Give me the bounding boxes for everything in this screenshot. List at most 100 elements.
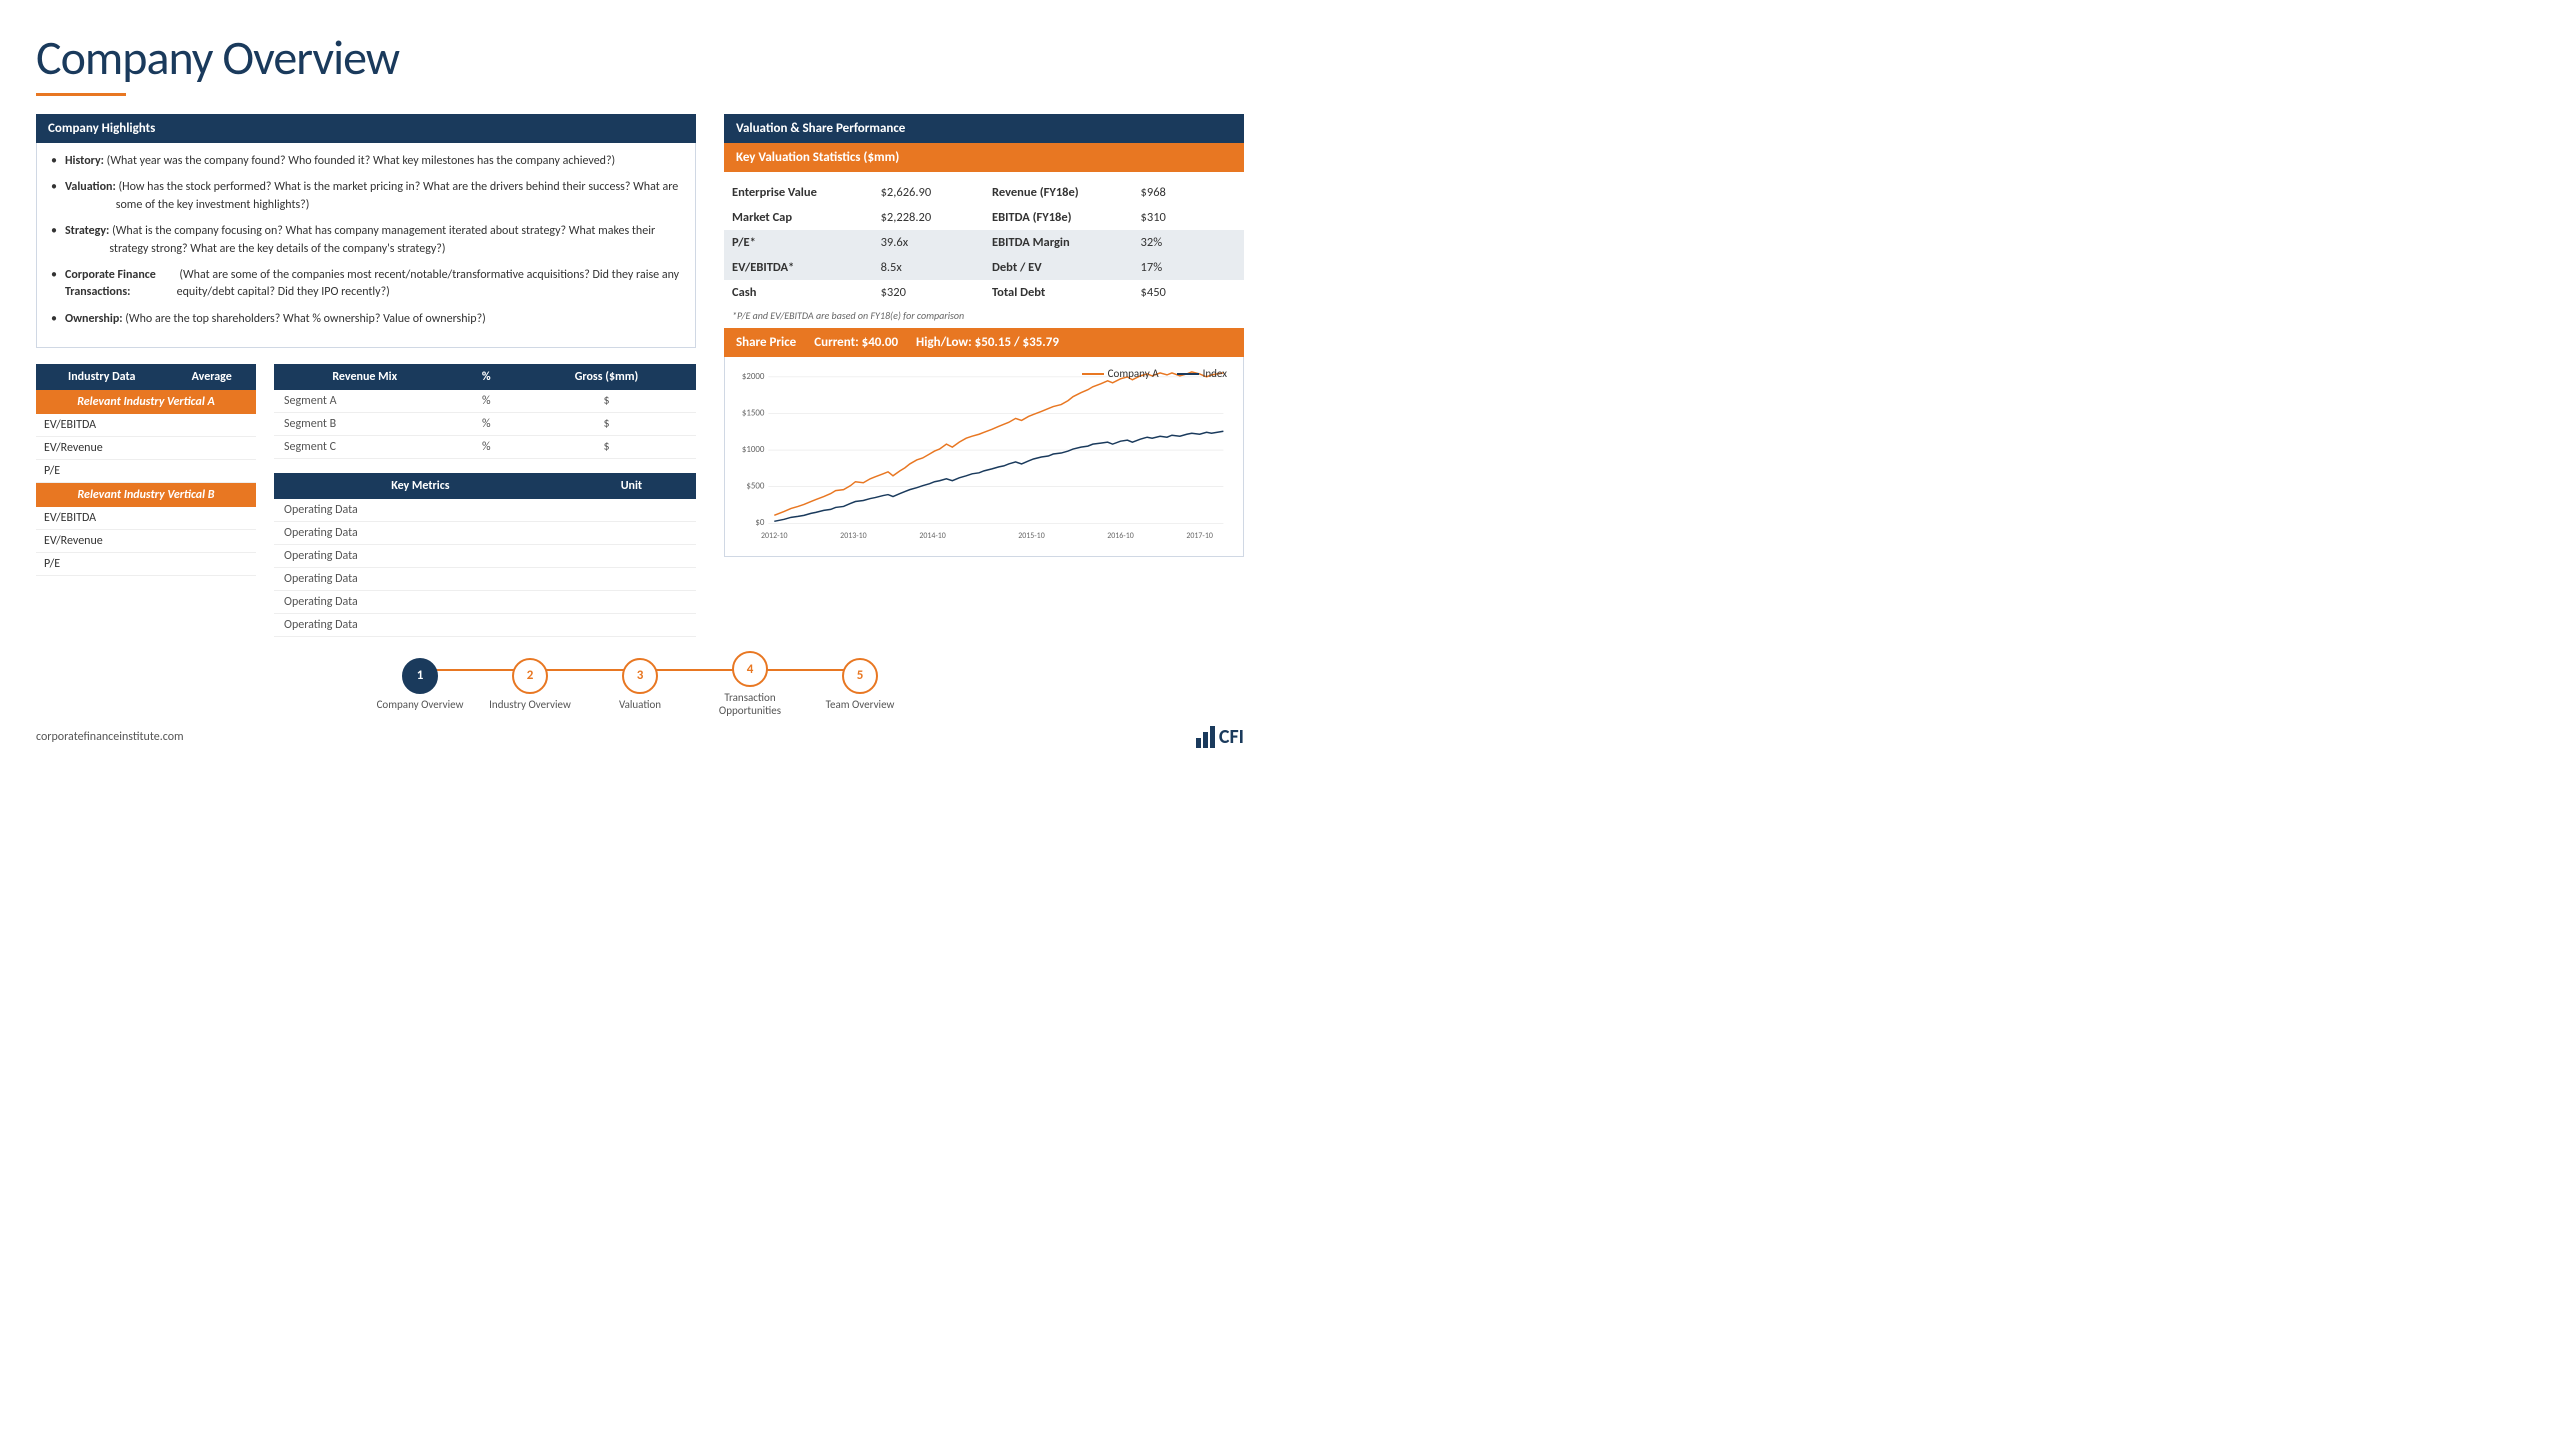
share-price-current: Current: $40.00: [814, 335, 898, 350]
key-metrics-row: Operating Data: [274, 499, 696, 522]
nav-dot-2[interactable]: 2: [512, 658, 548, 694]
svg-text:$500: $500: [746, 482, 765, 492]
svg-text:$1000: $1000: [742, 445, 765, 455]
industry-data-row: EV/Revenue: [36, 437, 256, 460]
legend-line-orange: [1082, 373, 1104, 375]
industry-vertical-row: Relevant Industry Vertical B: [36, 483, 256, 508]
industry-data-row: P/E: [36, 553, 256, 576]
key-metrics-row: Operating Data: [274, 591, 696, 614]
chart-line-company: [774, 372, 1223, 515]
key-metrics-row: Operating Data: [274, 522, 696, 545]
key-metrics-row: Operating Data: [274, 614, 696, 637]
share-price-label: Share Price: [736, 335, 796, 350]
val-stat-row: Market Cap $2,228.20 EBITDA (FY18e) $310: [724, 205, 1244, 230]
bottom-left: Industry Data Average Relevant Industry …: [36, 364, 696, 637]
revenue-mix-table: Revenue Mix % Gross ($mm) Segment A%$Seg…: [274, 364, 696, 459]
cfi-bar-3: [1210, 726, 1215, 748]
svg-text:2013-10: 2013-10: [840, 531, 866, 541]
footer-url: corporatefinanceinstitute.com: [36, 730, 184, 744]
nav-step-3[interactable]: 3 Valuation: [585, 658, 695, 711]
nav-dot-3[interactable]: 3: [622, 658, 658, 694]
industry-avg-header: Average: [167, 364, 256, 390]
share-price-bar: Share Price Current: $40.00 High/Low: $5…: [724, 328, 1244, 357]
share-price-highlow-value: $50.15 / $35.79: [975, 335, 1059, 350]
key-metrics-row: Operating Data: [274, 568, 696, 591]
industry-data-section: Industry Data Average Relevant Industry …: [36, 364, 256, 637]
industry-data-row: EV/Revenue: [36, 530, 256, 553]
nav-label-1: Company Overview: [377, 698, 464, 711]
cfi-bar-2: [1203, 732, 1208, 748]
key-metrics-header: Key Metrics: [274, 473, 567, 499]
cfi-bars: [1196, 726, 1215, 748]
industry-table: Industry Data Average Relevant Industry …: [36, 364, 256, 576]
legend-index-label: Index: [1203, 367, 1227, 380]
title-underline: [36, 93, 126, 96]
val-stat-row: EV/EBITDA* 8.5x Debt / EV 17%: [724, 255, 1244, 280]
chart-svg: $2000 $1500 $1000 $500 $0 2012-10 2013-1…: [733, 365, 1235, 548]
val-stat-row: Cash $320 Total Debt $450: [724, 280, 1244, 305]
revenue-mix-gross-header: Gross ($mm): [517, 364, 696, 390]
val-footnote: *P/E and EV/EBITDA are based on FY18(e) …: [724, 307, 1244, 328]
share-price-current-value: $40.00: [862, 335, 898, 350]
valuation-header: Valuation & Share Performance: [724, 114, 1244, 143]
left-column: Company Highlights History: (What year w…: [36, 114, 696, 637]
svg-text:2014-10: 2014-10: [919, 531, 945, 541]
highlight-item: Strategy: (What is the company focusing …: [51, 223, 681, 258]
legend-company-label: Company A: [1108, 367, 1159, 380]
highlights-box: History: (What year was the company foun…: [36, 143, 696, 348]
svg-text:2012-10: 2012-10: [761, 531, 787, 541]
industry-data-row: P/E: [36, 460, 256, 483]
industry-data-row: EV/EBITDA: [36, 507, 256, 530]
highlight-item: Corporate Finance Transactions: (What ar…: [51, 267, 681, 302]
val-stat-row: P/E* 39.6x EBITDA Margin 32%: [724, 230, 1244, 255]
right-column: Valuation & Share Performance Key Valuat…: [724, 114, 1244, 637]
page: Company Overview Company Highlights Hist…: [0, 0, 1280, 765]
key-metrics-row: Operating Data: [274, 545, 696, 568]
nav-dot-1[interactable]: 1: [402, 658, 438, 694]
legend-line-navy: [1177, 373, 1199, 375]
valuation-stats-table: Enterprise Value $2,626.90 Revenue (FY18…: [724, 180, 1244, 305]
share-price-current-label: Current:: [814, 335, 858, 350]
svg-text:$2000: $2000: [742, 372, 765, 382]
industry-vertical-row: Relevant Industry Vertical A: [36, 390, 256, 414]
nav-step-5[interactable]: 5 Team Overview: [805, 658, 915, 711]
highlight-item: Valuation: (How has the stock performed?…: [51, 179, 681, 214]
page-title: Company Overview: [36, 28, 1244, 87]
navigation-row: 1 Company Overview 2 Industry Overview 3…: [36, 651, 1244, 717]
industry-col-header: Industry Data: [36, 364, 167, 390]
svg-text:$0: $0: [755, 518, 765, 528]
revenue-mix-pct-header: %: [455, 364, 517, 390]
main-layout: Company Highlights History: (What year w…: [36, 114, 1244, 637]
revenue-mix-row: Segment A%$: [274, 390, 696, 413]
nav-dot-4[interactable]: 4: [732, 651, 768, 687]
nav-step-2[interactable]: 2 Industry Overview: [475, 658, 585, 711]
nav-label-4: TransactionOpportunities: [719, 691, 781, 717]
chart-area: Company A Index $2000 $1500 $1000 $500 $…: [724, 357, 1244, 557]
svg-text:2016-10: 2016-10: [1107, 531, 1133, 541]
nav-label-2: Industry Overview: [489, 698, 571, 711]
cfi-bar-1: [1196, 738, 1201, 748]
revenue-mix-row: Segment C%$: [274, 436, 696, 459]
cfi-logo-text: CFI: [1219, 725, 1244, 749]
share-price-highlow: High/Low: $50.15 / $35.79: [916, 335, 1059, 350]
svg-text:2015-10: 2015-10: [1018, 531, 1044, 541]
highlight-item: History: (What year was the company foun…: [51, 153, 681, 170]
nav-step-4[interactable]: 4 TransactionOpportunities: [695, 651, 805, 717]
share-price-highlow-label: High/Low:: [916, 335, 972, 350]
nav-step-1[interactable]: 1 Company Overview: [365, 658, 475, 711]
key-metrics-table: Key Metrics Unit Operating DataOperating…: [274, 473, 696, 637]
nav-dot-5[interactable]: 5: [842, 658, 878, 694]
nav-label-5: Team Overview: [826, 698, 895, 711]
valuation-subheader: Key Valuation Statistics ($mm): [724, 143, 1244, 172]
legend-company: Company A: [1082, 367, 1159, 380]
chart-legend: Company A Index: [1082, 367, 1227, 380]
footer: corporatefinanceinstitute.com CFI: [36, 725, 1244, 749]
highlight-item: Ownership: (Who are the top shareholders…: [51, 311, 681, 328]
val-stat-row: Enterprise Value $2,626.90 Revenue (FY18…: [724, 180, 1244, 205]
revenue-mix-row: Segment B%$: [274, 413, 696, 436]
chart-line-index: [774, 431, 1223, 521]
key-metrics-unit-header: Unit: [567, 473, 696, 499]
nav-label-3: Valuation: [619, 698, 661, 711]
highlights-header: Company Highlights: [36, 114, 696, 143]
highlights-list: History: (What year was the company foun…: [51, 153, 681, 328]
